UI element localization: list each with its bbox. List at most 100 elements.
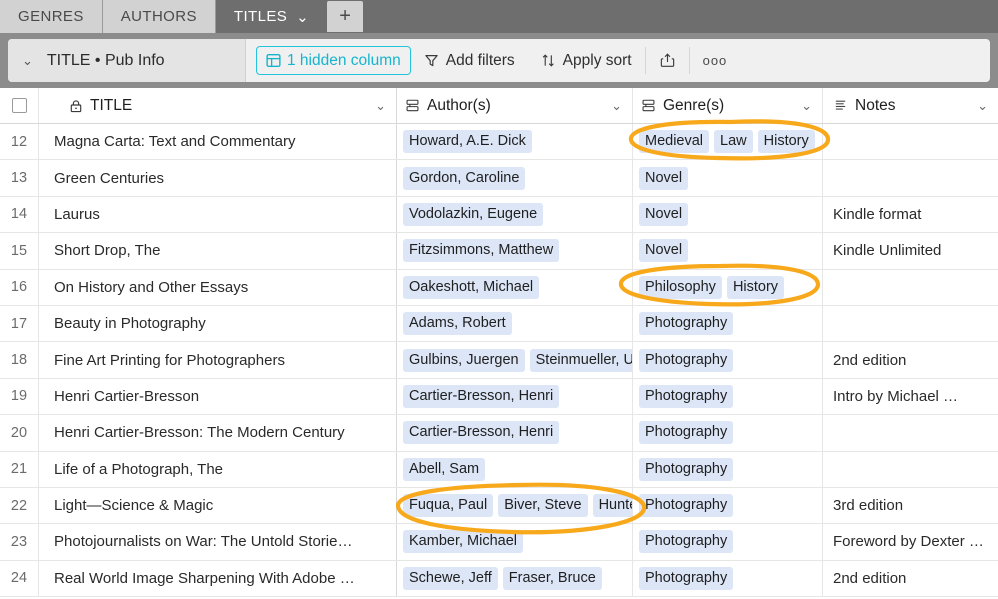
cell-authors[interactable]: Kamber, Michael bbox=[396, 524, 632, 560]
table-row[interactable]: 22 Light—Science & Magic Fuqua, Paul Biver,… bbox=[0, 487, 998, 525]
table-row[interactable]: 17 Beauty in Photography Adams, Robert Phot… bbox=[0, 305, 998, 343]
select-all-checkbox-cell[interactable] bbox=[0, 88, 38, 123]
table-row[interactable]: 13 Green Centuries Gordon, Caroline Novel bbox=[0, 160, 998, 197]
genre-chip[interactable]: Photography bbox=[639, 421, 734, 445]
cell-genres[interactable]: Photography bbox=[632, 487, 822, 524]
author-chip[interactable]: Gulbins, Juergen bbox=[403, 348, 525, 372]
chevron-down-icon[interactable]: ⌄ bbox=[296, 8, 309, 26]
cell-notes[interactable] bbox=[822, 124, 998, 160]
table-row[interactable]: 12 Magna Carta: Text and Commentary Howard… bbox=[0, 124, 998, 161]
genre-chip[interactable]: Photography bbox=[639, 494, 734, 518]
select-all-checkbox[interactable] bbox=[11, 98, 27, 113]
author-chip[interactable]: Kamber, Michael bbox=[403, 530, 523, 554]
cell-notes[interactable] bbox=[822, 305, 998, 342]
genre-chip[interactable]: Photography bbox=[639, 348, 734, 372]
cell-genres[interactable]: Photography bbox=[632, 524, 822, 560]
cell-authors[interactable]: Cartier-Bresson, Henri bbox=[396, 415, 632, 451]
author-chip[interactable]: Adams, Robert bbox=[403, 312, 512, 336]
column-header-notes[interactable]: Notes ⌄ bbox=[822, 88, 998, 123]
cell-notes[interactable]: Foreword by Dexter … bbox=[822, 524, 998, 560]
cell-title[interactable]: Photojournalists on War: The Untold Stor… bbox=[38, 524, 396, 560]
cell-authors[interactable]: Fuqua, PaulBiver, SteveHunte bbox=[396, 487, 632, 524]
column-header-title[interactable]: TITLE ⌄ bbox=[38, 88, 396, 123]
genre-chip[interactable]: Photography bbox=[639, 312, 734, 336]
author-chip[interactable]: Vodolazkin, Eugene bbox=[403, 202, 544, 226]
author-chip[interactable]: Hunte bbox=[592, 494, 632, 518]
column-header-author[interactable]: Author(s) ⌄ bbox=[396, 88, 632, 123]
genre-chip[interactable]: Novel bbox=[639, 166, 689, 190]
genre-chip[interactable]: History bbox=[726, 275, 785, 299]
table-row[interactable]: 15 Short Drop, The Fitzsimmons, Matthew Nov… bbox=[0, 233, 998, 270]
cell-title[interactable]: Fine Art Printing for Photographers bbox=[38, 342, 396, 378]
tab-genres[interactable]: GENRES bbox=[0, 0, 103, 33]
table-row[interactable]: 20 Henri Cartier-Bresson: The Modern Cent… bbox=[0, 415, 998, 452]
author-chip[interactable]: Gordon, Caroline bbox=[403, 166, 526, 190]
cell-authors[interactable]: Vodolazkin, Eugene bbox=[396, 196, 632, 233]
cell-genres[interactable]: Novel bbox=[632, 196, 822, 233]
add-filters-button[interactable]: Add filters bbox=[411, 39, 528, 82]
cell-title[interactable]: Short Drop, The bbox=[38, 233, 396, 269]
table-row[interactable]: 24 Real World Image Sharpening With Adobe… bbox=[0, 560, 998, 598]
author-chip[interactable]: Steinmueller, U bbox=[529, 348, 632, 372]
column-header-genre[interactable]: Genre(s) ⌄ bbox=[632, 88, 822, 123]
cell-title[interactable]: Life of a Photograph, The bbox=[38, 451, 396, 487]
table-row[interactable]: 21 Life of a Photograph, The Abell, Sam Pho… bbox=[0, 451, 998, 488]
table-row[interactable]: 16 On History and Other Essays Oakeshott, … bbox=[0, 269, 998, 306]
cell-genres[interactable]: Medieval Law History bbox=[632, 124, 822, 160]
cell-authors[interactable]: Abell, Sam bbox=[396, 451, 632, 487]
genre-chip[interactable]: Photography bbox=[639, 530, 734, 554]
cell-notes[interactable] bbox=[822, 160, 998, 196]
cell-genres[interactable]: Photography bbox=[632, 560, 822, 597]
chevron-down-icon[interactable]: ⌄ bbox=[977, 98, 988, 114]
cell-genres[interactable]: Photography bbox=[632, 415, 822, 451]
cell-notes[interactable] bbox=[822, 415, 998, 451]
cell-title[interactable]: Beauty in Photography bbox=[38, 305, 396, 342]
genre-chip[interactable]: Medieval bbox=[639, 130, 710, 154]
genre-chip[interactable]: Photography bbox=[639, 457, 734, 481]
author-chip[interactable]: Biver, Steve bbox=[498, 494, 588, 518]
author-chip[interactable]: Cartier-Bresson, Henri bbox=[403, 421, 560, 445]
author-chip[interactable]: Fuqua, Paul bbox=[403, 494, 494, 518]
share-view-button[interactable] bbox=[646, 39, 689, 82]
author-chip[interactable]: Fraser, Bruce bbox=[502, 566, 602, 590]
cell-title[interactable]: Henri Cartier-Bresson bbox=[38, 378, 396, 415]
cell-notes[interactable]: 2nd edition bbox=[822, 342, 998, 378]
genre-chip[interactable]: Photography bbox=[639, 566, 734, 590]
cell-notes[interactable]: Kindle format bbox=[822, 196, 998, 233]
cell-authors[interactable]: Oakeshott, Michael bbox=[396, 269, 632, 305]
view-switcher-button[interactable]: ⌄ TITLE • Pub Info bbox=[8, 39, 246, 82]
author-chip[interactable]: Howard, A.E. Dick bbox=[403, 130, 532, 154]
cell-title[interactable]: Magna Carta: Text and Commentary bbox=[38, 124, 396, 160]
cell-notes[interactable]: 3rd edition bbox=[822, 487, 998, 524]
cell-genres[interactable]: Photography bbox=[632, 305, 822, 342]
author-chip[interactable]: Oakeshott, Michael bbox=[403, 275, 540, 299]
cell-genres[interactable]: Photography bbox=[632, 451, 822, 487]
genre-chip[interactable]: Photography bbox=[639, 384, 734, 408]
hidden-fields-button[interactable]: 1 hidden column bbox=[256, 46, 411, 75]
cell-title[interactable]: Green Centuries bbox=[38, 160, 396, 196]
author-chip[interactable]: Schewe, Jeff bbox=[403, 566, 498, 590]
table-row[interactable]: 14 Laurus Vodolazkin, Eugene Novel Kindle fo… bbox=[0, 196, 998, 234]
more-options-button[interactable]: ooo bbox=[690, 39, 741, 82]
chevron-down-icon[interactable]: ⌄ bbox=[375, 98, 386, 114]
cell-authors[interactable]: Fitzsimmons, Matthew bbox=[396, 233, 632, 269]
add-table-button[interactable]: + bbox=[327, 1, 364, 32]
genre-chip[interactable]: History bbox=[757, 130, 815, 154]
cell-genres[interactable]: Novel bbox=[632, 160, 822, 196]
author-chip[interactable]: Abell, Sam bbox=[403, 457, 486, 481]
apply-sort-button[interactable]: Apply sort bbox=[528, 39, 645, 82]
cell-notes[interactable]: 2nd edition bbox=[822, 560, 998, 597]
cell-notes[interactable] bbox=[822, 269, 998, 305]
chevron-down-icon[interactable]: ⌄ bbox=[611, 98, 622, 114]
cell-authors[interactable]: Howard, A.E. Dick bbox=[396, 124, 632, 160]
cell-notes[interactable]: Kindle Unlimited bbox=[822, 233, 998, 269]
cell-genres[interactable]: Philosophy History bbox=[632, 269, 822, 305]
genre-chip[interactable]: Novel bbox=[639, 202, 689, 226]
tab-titles[interactable]: TITLES ⌄ bbox=[215, 0, 328, 33]
table-row[interactable]: 18 Fine Art Printing for Photographers Gul… bbox=[0, 342, 998, 379]
genre-chip[interactable]: Novel bbox=[639, 239, 689, 263]
cell-genres[interactable]: Photography bbox=[632, 342, 822, 378]
cell-authors[interactable]: Gordon, Caroline bbox=[396, 160, 632, 196]
author-chip[interactable]: Cartier-Bresson, Henri bbox=[403, 384, 560, 408]
cell-authors[interactable]: Schewe, Jeff Fraser, Bruce bbox=[396, 560, 632, 597]
